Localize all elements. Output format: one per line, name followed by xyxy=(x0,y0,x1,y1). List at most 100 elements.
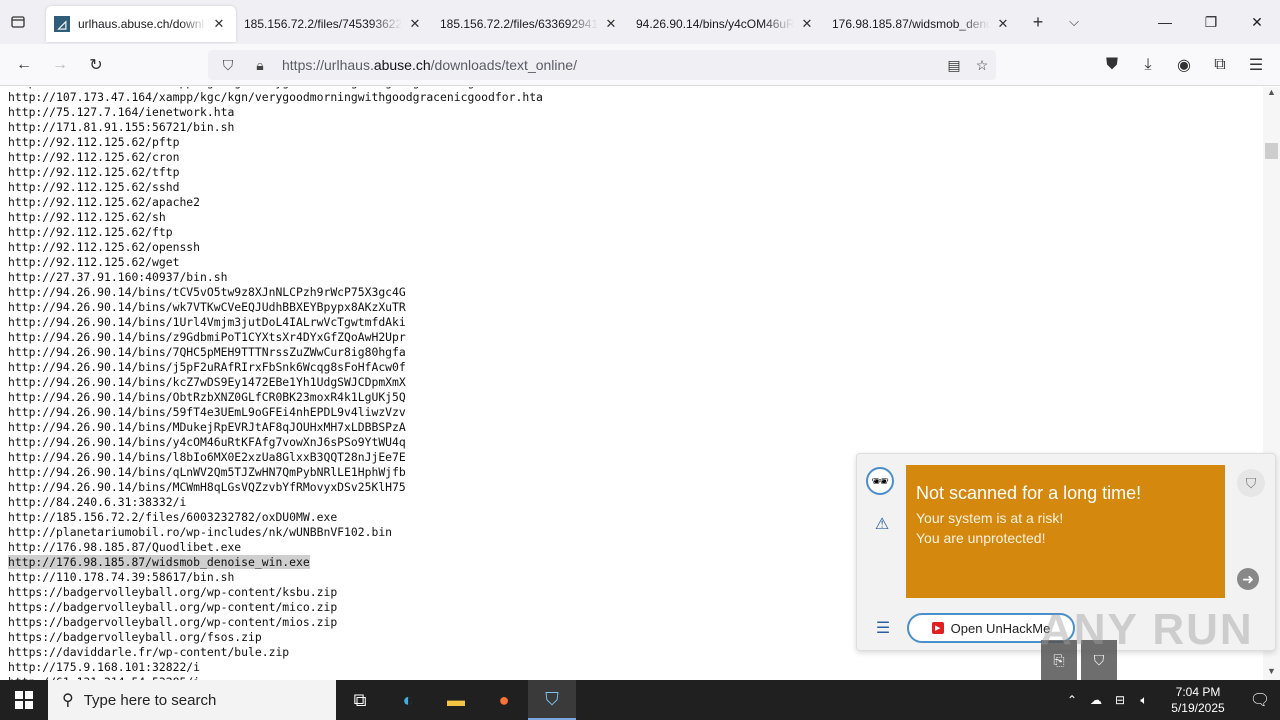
tab-urlhaus[interactable]: ◿ urlhaus.abuse.ch/downlo ✕ xyxy=(46,6,236,42)
clock[interactable]: 7:04 PM 5/19/2025 xyxy=(1156,684,1240,716)
url-line[interactable]: http://94.26.90.14/bins/kcZ7wDS9Ey1472EB… xyxy=(8,375,1263,390)
url-line[interactable]: http://75.127.7.164/ienetwork.hta xyxy=(8,105,1263,120)
close-window-button[interactable]: ✕ xyxy=(1234,0,1280,44)
url-line[interactable]: http://92.112.125.62/wget xyxy=(8,255,1263,270)
scrollbar-thumb[interactable] xyxy=(1265,143,1278,159)
address-bar[interactable]: ⛉ 🔒︎ https://urlhaus.abuse.ch/downloads/… xyxy=(208,50,996,80)
url-line-text: http://94.26.90.14/bins/j5pF2uRAfRIrxFbS… xyxy=(8,360,406,374)
url-line[interactable]: http://94.26.90.14/bins/MDukejRpEVRJtAF8… xyxy=(8,420,1263,435)
url-line[interactable]: http://94.26.90.14/bins/tCV5vO5tw9z8XJnN… xyxy=(8,285,1263,300)
minimize-icon: — xyxy=(1158,14,1172,30)
url-line[interactable]: http://94.26.90.14/bins/7QHC5pMEH9TTTNrs… xyxy=(8,345,1263,360)
clock-date: 5/19/2025 xyxy=(1171,701,1225,715)
url-line[interactable]: http://92.112.125.62/apache2 xyxy=(8,195,1263,210)
close-tab-icon[interactable]: ✕ xyxy=(798,15,816,33)
tab-file-1[interactable]: 185.156.72.2/files/7453936223/ ✕ xyxy=(236,6,432,42)
task-view-button[interactable]: ⧉ xyxy=(336,680,384,720)
url-line[interactable]: http://94.26.90.14/bins/z9GdbmiPoT1CYXts… xyxy=(8,330,1263,345)
close-tab-icon[interactable]: ✕ xyxy=(602,15,620,33)
url-line-text: http://84.240.6.31:38332/i xyxy=(8,495,187,509)
pocket-button[interactable]: ⛊ xyxy=(1094,49,1130,81)
onedrive-icon[interactable]: ☁ xyxy=(1084,693,1108,707)
folder-icon: ▬ xyxy=(447,689,465,710)
bookmark-star-icon[interactable]: ☆ xyxy=(968,57,996,74)
tab-widsmob[interactable]: 176.98.185.87/widsmob_denoi ✕ xyxy=(824,6,1020,42)
alert-headline: Not scanned for a long time! xyxy=(916,483,1142,503)
url-line[interactable]: http://94.26.90.14/bins/59fT4e3UEmL9oGFE… xyxy=(8,405,1263,420)
alert-line-1: Your system is at a risk! xyxy=(916,510,1064,526)
file-explorer-taskbar-button[interactable]: ▬ xyxy=(432,680,480,720)
url-line[interactable]: http://92.112.125.62/openssh xyxy=(8,240,1263,255)
notifications-icon[interactable]: 🗨︎ xyxy=(1240,690,1280,710)
restore-button[interactable]: ❐ xyxy=(1188,0,1234,44)
start-button[interactable] xyxy=(0,680,48,720)
url-line[interactable]: http://92.112.125.62/sshd xyxy=(8,180,1263,195)
url-line[interactable]: http://92.112.125.62/pftp xyxy=(8,135,1263,150)
arrow-right-circle-icon[interactable]: ➜ xyxy=(1237,568,1259,590)
firefox-view-button[interactable] xyxy=(0,0,36,44)
url-text[interactable]: https://urlhaus.abuse.ch/downloads/text_… xyxy=(282,57,940,73)
url-line[interactable]: http://92.112.125.62/sh xyxy=(8,210,1263,225)
nav-bar: ← → ↻ ⛉ 🔒︎ https://urlhaus.abuse.ch/down… xyxy=(0,44,1280,86)
scroll-down-icon[interactable]: ▼ xyxy=(1263,666,1280,680)
account-button[interactable]: ◉ xyxy=(1166,49,1202,81)
download-icon: ⤓ xyxy=(1144,56,1152,73)
tab-file-2[interactable]: 185.156.72.2/files/6336929412/ ✕ xyxy=(432,6,628,42)
url-line-text: http://107.173.47.164/xampp/kgc/kgn/very… xyxy=(8,90,543,104)
scroll-up-icon[interactable]: ▲ xyxy=(1263,87,1280,101)
url-line[interactable]: http://107.173.47.164/xampp/kgc/kgn/very… xyxy=(8,90,1263,105)
tracking-protection-shield-icon[interactable]: ⛉ xyxy=(216,57,240,74)
restore-icon: ❐ xyxy=(1204,13,1218,30)
url-line[interactable]: http://171.81.91.155:56721/bin.sh xyxy=(8,120,1263,135)
hamburger-menu-icon: ☰ xyxy=(1248,57,1264,74)
url-line-text: http://94.26.90.14/bins/wk7VTKwCVeEQJUdh… xyxy=(8,300,406,314)
tab-title: 185.156.72.2/files/7453936223/ xyxy=(244,17,402,31)
url-line-text: http://94.26.90.14/bins/1Url4Vmjm3jutDoL… xyxy=(8,315,406,329)
account-icon: ◉ xyxy=(1177,57,1191,74)
hamburger-menu-icon[interactable]: ☰ xyxy=(869,614,897,642)
url-line-text: http://92.112.125.62/openssh xyxy=(8,240,201,254)
url-line-text: http://92.112.125.62/tftp xyxy=(8,165,180,179)
back-button[interactable]: ← xyxy=(6,49,42,81)
unhackme-taskbar-button[interactable]: ⛉ xyxy=(528,680,576,720)
tab-bins[interactable]: 94.26.90.14/bins/y4cOM46uRtk ✕ xyxy=(628,6,824,42)
url-line[interactable]: http://92.112.125.62/cron xyxy=(8,150,1263,165)
close-tab-icon[interactable]: ✕ xyxy=(994,15,1012,33)
forward-button[interactable]: → xyxy=(42,49,78,81)
url-line[interactable]: http://94.26.90.14/bins/j5pF2uRAfRIrxFbS… xyxy=(8,360,1263,375)
tab-title: urlhaus.abuse.ch/downlo xyxy=(78,17,206,31)
search-icon: ⚲ xyxy=(62,692,74,709)
taskbar-search[interactable]: ⚲ Type here to search xyxy=(48,680,336,720)
close-tab-icon[interactable]: ✕ xyxy=(406,15,424,33)
lock-icon[interactable]: 🔒︎ xyxy=(248,57,272,74)
url-line[interactable]: http://94.26.90.14/bins/ObtRzbXNZ0GLfCR0… xyxy=(8,390,1263,405)
new-tab-button[interactable]: + xyxy=(1020,4,1056,40)
extensions-button[interactable]: ⧉ xyxy=(1202,49,1238,81)
alert-banner: Not scanned for a long time! Your system… xyxy=(906,465,1225,598)
firefox-taskbar-button[interactable]: ● xyxy=(480,680,528,720)
menu-button[interactable]: ☰ xyxy=(1238,49,1274,81)
url-line-text: http://175.9.168.101:32822/i xyxy=(8,660,201,674)
url-line[interactable]: http://94.26.90.14/bins/y4cOM46uRtKFAfg7… xyxy=(8,435,1263,450)
close-tab-icon[interactable]: ✕ xyxy=(210,15,228,33)
puzzle-icon: ⧉ xyxy=(1214,56,1226,73)
url-line[interactable]: http://92.112.125.62/tftp xyxy=(8,165,1263,180)
url-line-text: http://94.26.90.14/bins/MDukejRpEVRJtAF8… xyxy=(8,420,406,434)
url-line[interactable]: http://94.26.90.14/bins/wk7VTKwCVeEQJUdh… xyxy=(8,300,1263,315)
url-line-text: http://planetariumobil.ro/wp-includes/nk… xyxy=(8,525,393,539)
volume-icon[interactable]: 🔈︎ xyxy=(1132,693,1156,708)
reader-view-icon[interactable]: ▤ xyxy=(940,57,968,74)
pocket-icon: ⛊ xyxy=(1105,56,1118,73)
shield-settings-icon[interactable]: ⛉ xyxy=(1237,469,1265,497)
reload-button[interactable]: ↻ xyxy=(78,49,114,81)
chevron-up-icon[interactable]: ⌃ xyxy=(1060,693,1084,707)
edge-taskbar-button[interactable]: ◐ xyxy=(384,680,432,720)
network-icon[interactable]: ⊟ xyxy=(1108,693,1132,707)
minimize-button[interactable]: — xyxy=(1142,0,1188,44)
downloads-button[interactable]: ⤓ xyxy=(1130,49,1166,81)
list-all-tabs-button[interactable]: ⌵ xyxy=(1056,4,1092,40)
url-line[interactable]: http://94.26.90.14/bins/1Url4Vmjm3jutDoL… xyxy=(8,315,1263,330)
url-line[interactable]: http://92.112.125.62/ftp xyxy=(8,225,1263,240)
url-line-text: http://94.26.90.14/bins/qLnWV2Qm5TJZwHN7… xyxy=(8,465,406,479)
url-line[interactable]: http://27.37.91.160:40937/bin.sh xyxy=(8,270,1263,285)
